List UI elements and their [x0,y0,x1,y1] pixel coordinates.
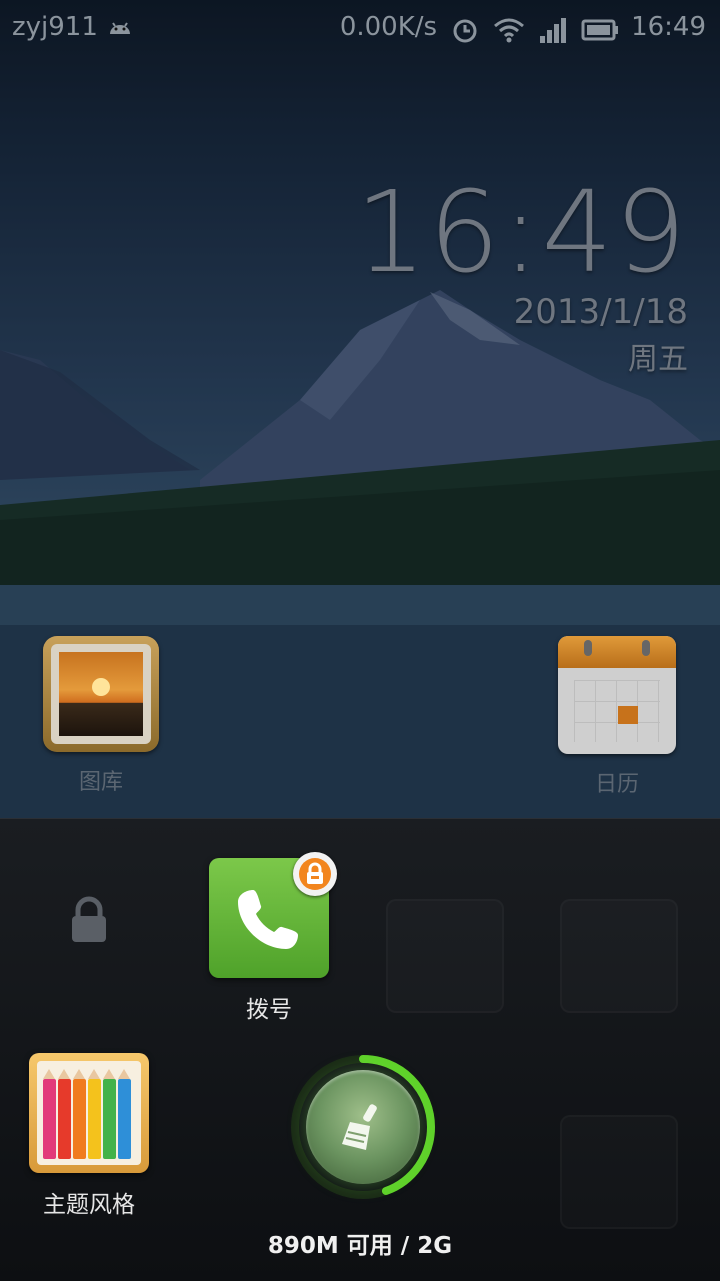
clock-widget[interactable]: 16:49 2013/1/18 周五 [355,168,688,378]
recent-app-themes[interactable]: 主题风格 [14,1053,164,1219]
status-bar: zyj911 0.00K/s 16:49 [0,0,720,54]
ghost-app-slot [560,1115,678,1229]
phone-icon [238,890,298,949]
recent-app-label: 主题风格 [43,1192,135,1218]
memory-cleaner-button[interactable] [288,1052,438,1202]
clock-weekday: 周五 [628,342,688,377]
clean-memory-button[interactable] [306,1070,420,1184]
status-time: 16:49 [631,12,706,42]
recent-app-dialer[interactable]: 拨号 [194,852,344,1024]
recent-app-label: 拨号 [246,997,292,1023]
desktop-app-label: 图库 [78,770,123,795]
ghost-app-slot [386,899,504,1013]
broom-icon [342,1104,377,1150]
desktop-app-calendar[interactable]: 日历 [547,636,687,798]
desktop-app-gallery[interactable]: 图库 [31,636,171,796]
signal-icon [537,11,569,43]
calendar-icon [558,636,676,754]
alarm-icon [449,11,481,43]
themes-icon [29,1053,149,1173]
android-icon [104,11,136,43]
app-lock-badge[interactable] [293,852,337,896]
memory-available-text: 890M 可用 / 2G [267,1233,453,1259]
battery-icon [581,11,619,43]
lock-icon[interactable] [68,896,110,944]
lock-icon [307,862,323,884]
ghost-app-slot [560,899,678,1013]
clock-time: 16:49 [355,168,688,298]
gallery-icon [43,636,159,752]
network-speed: 0.00K/s [339,12,438,42]
dialer-icon [209,852,337,978]
status-user: zyj911 [12,12,98,42]
wifi-icon [493,11,525,43]
desktop-app-label: 日历 [594,772,639,797]
clock-date: 2013/1/18 [513,292,688,332]
